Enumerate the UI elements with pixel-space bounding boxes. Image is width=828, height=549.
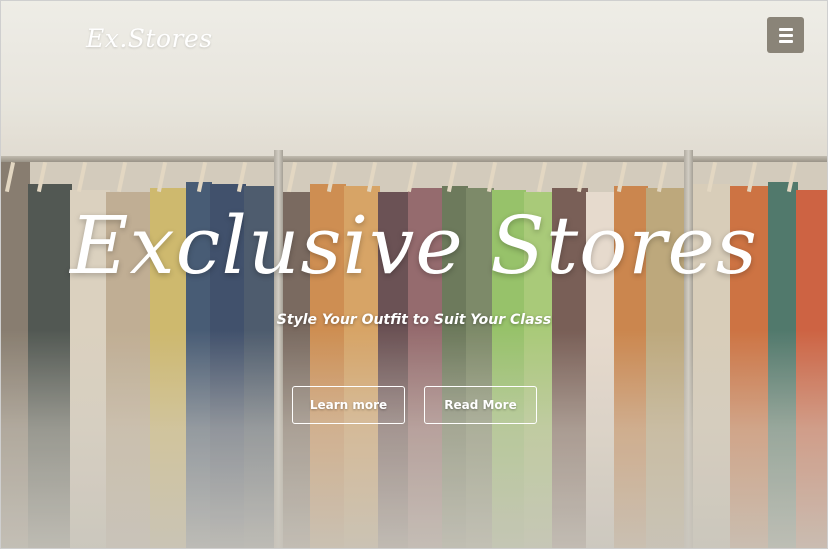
read-more-button[interactable]: Read More <box>424 386 537 424</box>
hamburger-menu-icon-bar <box>778 33 793 37</box>
hamburger-menu-icon-bar <box>778 39 793 43</box>
hero-title: Exclusive Stores <box>70 199 758 292</box>
hero-subtitle: Style Your Outfit to Suit Your Class <box>276 312 552 328</box>
hero-section: Ex.Stores Exclusive Stores Style Your Ou… <box>0 0 828 549</box>
hamburger-menu-button[interactable] <box>767 17 804 53</box>
hamburger-menu-icon <box>778 27 793 31</box>
learn-more-button[interactable]: Learn more <box>292 386 405 424</box>
site-logo[interactable]: Ex.Stores <box>86 24 213 53</box>
